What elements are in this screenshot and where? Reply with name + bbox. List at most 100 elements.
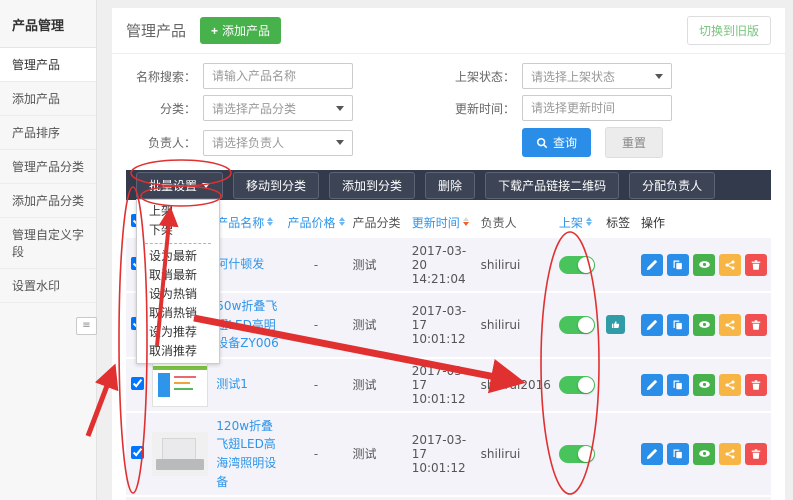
column-header-time[interactable]: 更新时间 [408,206,477,238]
table-row: 50w折叠飞翅LED高明设备ZY006 - 测试 2017-03-1710:01… [126,292,771,358]
sidebar-item-add-product[interactable]: 添加产品 [0,82,96,116]
sidebar-item-manage-categories[interactable]: 管理产品分类 [0,150,96,184]
share-button[interactable] [719,254,741,276]
product-name-link[interactable]: 50w折叠飞翅LED高明设备ZY006 [216,297,279,353]
sidebar-item-add-category[interactable]: 添加产品分类 [0,184,96,218]
trash-icon [750,259,762,271]
search-button-label: 查询 [553,134,577,151]
product-name-link[interactable]: 测试1 [216,375,248,394]
copy-icon [672,259,684,271]
delete-row-button[interactable] [745,374,767,396]
name-search-input[interactable] [203,63,353,89]
column-header-shelf[interactable]: 上架 [555,206,602,238]
update-time-input[interactable] [522,95,672,121]
copy-icon [672,319,684,331]
edit-button[interactable] [641,443,663,465]
product-thumbnail [152,432,208,476]
page-title: 管理产品 [126,20,186,41]
sidebar-collapse-icon[interactable]: ≡ [76,317,97,335]
column-header-price[interactable]: 产品价格 [284,206,349,238]
table-row: 测试1 - 测试 2017-03-1710:01:12 shilirui2016 [126,358,771,412]
row-checkbox[interactable] [131,377,144,390]
copy-button[interactable] [667,254,689,276]
edit-button[interactable] [641,314,663,336]
update-time: 2017-03-1710:01:12 [408,292,477,358]
product-price: - [284,412,349,496]
copy-button[interactable] [667,374,689,396]
product-name-link[interactable]: 120w折叠飞翅LED高海湾照明设备 [216,417,279,491]
menu-item-unset-recommend[interactable]: 取消推荐 [137,342,219,361]
delete-row-button[interactable] [745,254,767,276]
shelf-status-select[interactable]: 请选择上架状态 [522,63,672,89]
category-select[interactable]: 请选择产品分类 [203,95,353,121]
edit-icon [646,259,658,271]
shelf-toggle[interactable] [559,376,595,394]
reset-button[interactable]: 重置 [605,127,663,158]
product-price: - [284,358,349,412]
menu-item-unset-hot[interactable]: 取消热销 [137,304,219,323]
menu-item-set-newest[interactable]: 设为最新 [137,247,219,266]
update-time: 2017-03-1710:01:12 [408,358,477,412]
copy-button[interactable] [667,443,689,465]
view-button[interactable] [693,314,715,336]
delete-row-button[interactable] [745,443,767,465]
edit-button[interactable] [641,374,663,396]
product-table: 产品名称 产品价格 产品分类 更新时间 负责人 上架 标签 操作 阿什顿发 - … [126,206,771,500]
column-header-category: 产品分类 [349,206,408,238]
batch-toolbar: 批量设置 移动到分类 添加到分类 删除 下载产品链接二维码 分配负责人 上架 下… [126,170,771,200]
product-owner: shilirui [477,292,555,358]
switch-old-version-button[interactable]: 切换到旧版 [687,16,771,45]
trash-icon [750,448,762,460]
menu-item-set-hot[interactable]: 设为热销 [137,285,219,304]
copy-button[interactable] [667,314,689,336]
plus-icon: + [211,24,218,38]
delete-row-button[interactable] [745,314,767,336]
menu-item-unset-newest[interactable]: 取消最新 [137,266,219,285]
column-header-ops: 操作 [637,206,771,238]
assign-owner-button[interactable]: 分配负责人 [629,172,715,199]
chevron-down-icon [655,74,663,79]
add-to-category-button[interactable]: 添加到分类 [329,172,415,199]
delete-button[interactable]: 删除 [425,172,475,199]
row-checkbox[interactable] [131,446,144,459]
share-button[interactable] [719,374,741,396]
column-header-tag: 标签 [602,206,637,238]
search-button[interactable]: 查询 [522,128,591,157]
product-category: 测试 [349,496,408,500]
recommend-tag-badge [606,315,625,334]
sort-icon [463,217,469,226]
shelf-status-value: 请选择上架状态 [531,68,615,85]
column-header-name[interactable]: 产品名称 [212,206,283,238]
product-category: 测试 [349,412,408,496]
sidebar-item-product-sort[interactable]: 产品排序 [0,116,96,150]
product-name-link[interactable]: 阿什顿发 [216,255,264,274]
view-button[interactable] [693,254,715,276]
shelf-toggle[interactable] [559,445,595,463]
main-panel: 管理产品 + 添加产品 切换到旧版 名称搜索： 上架状态： 请选择上架状态 分类… [112,8,785,500]
shelf-toggle[interactable] [559,316,595,334]
owner-select[interactable]: 请选择负责人 [203,130,353,156]
table-row: 50w折照明设备ZY006 - 测试 2017-03-1710:01:12 sh… [126,496,771,500]
sidebar-item-custom-fields[interactable]: 管理自定义字段 [0,218,96,269]
menu-item-shelf-on[interactable]: 上架 [137,202,219,221]
move-to-category-button[interactable]: 移动到分类 [233,172,319,199]
edit-button[interactable] [641,254,663,276]
add-product-button[interactable]: + 添加产品 [200,17,281,44]
chevron-down-icon [336,140,344,145]
menu-item-set-recommend[interactable]: 设为推荐 [137,323,219,342]
product-owner: shilirui [477,496,555,500]
batch-settings-label: 批量设置 [149,177,197,194]
sidebar-item-manage-products[interactable]: 管理产品 [0,48,96,82]
view-button[interactable] [693,443,715,465]
download-qrcode-button[interactable]: 下载产品链接二维码 [485,172,619,199]
share-button[interactable] [719,443,741,465]
batch-settings-button[interactable]: 批量设置 [136,172,223,199]
copy-icon [672,379,684,391]
sidebar-item-watermark[interactable]: 设置水印 [0,269,96,303]
view-button[interactable] [693,374,715,396]
menu-item-shelf-off[interactable]: 下架 [137,221,219,240]
product-owner: shilirui [477,412,555,496]
trash-icon [750,379,762,391]
share-button[interactable] [719,314,741,336]
shelf-toggle[interactable] [559,256,595,274]
